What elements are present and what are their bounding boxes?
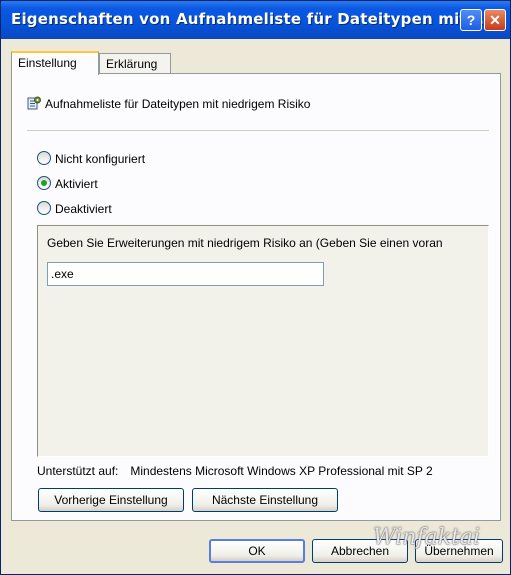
radio-disabled-label: Deaktiviert	[55, 202, 112, 216]
help-icon: ?	[466, 12, 476, 28]
radio-enabled[interactable]: Aktiviert	[37, 176, 98, 191]
radio-circle[interactable]	[37, 176, 51, 190]
radio-circle[interactable]	[37, 151, 51, 165]
extensions-label: Geben Sie Erweiterungen mit niedrigem Ri…	[47, 236, 443, 250]
separator	[27, 130, 489, 131]
watermark: Winfaktai	[373, 525, 481, 550]
close-button[interactable]: ✕	[484, 9, 506, 31]
policy-settings-icon	[27, 96, 41, 110]
tab-einstellung[interactable]: Einstellung	[11, 51, 99, 75]
radio-enabled-label: Aktiviert	[55, 177, 98, 191]
radio-circle[interactable]	[37, 201, 51, 215]
options-box: Geben Sie Erweiterungen mit niedrigem Ri…	[37, 225, 489, 457]
previous-setting-button[interactable]: Vorherige Einstellung	[38, 488, 184, 512]
ok-button[interactable]: OK	[209, 539, 305, 563]
close-icon: ✕	[489, 12, 501, 28]
tab-einstellung-label: Einstellung	[18, 56, 77, 70]
supported-on: Unterstützt auf: Mindestens Microsoft Win…	[37, 464, 433, 478]
next-setting-button[interactable]: Nächste Einstellung	[192, 488, 338, 512]
title-bar[interactable]: Eigenschaften von Aufnahmeliste für Date…	[1, 1, 510, 39]
supported-value: Mindestens Microsoft Windows XP Professi…	[130, 464, 433, 478]
window-title: Eigenschaften von Aufnahmeliste für Date…	[11, 10, 490, 28]
radio-not-configured[interactable]: Nicht konfiguriert	[37, 151, 145, 166]
properties-dialog: Eigenschaften von Aufnahmeliste für Date…	[0, 0, 511, 575]
radio-disabled[interactable]: Deaktiviert	[37, 201, 112, 216]
help-button[interactable]: ?	[460, 9, 482, 31]
policy-title: Aufnahmeliste für Dateitypen mit niedrig…	[45, 97, 311, 111]
tab-erklaerung-label: Erklärung	[106, 57, 158, 71]
radio-not-configured-label: Nicht konfiguriert	[55, 152, 146, 166]
extensions-input[interactable]	[47, 262, 324, 286]
tab-erklaerung[interactable]: Erklärung	[99, 53, 171, 74]
supported-label: Unterstützt auf:	[37, 464, 119, 478]
